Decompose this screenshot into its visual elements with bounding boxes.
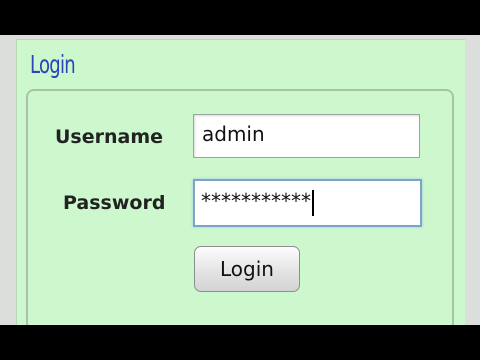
username-value: admin [202, 122, 265, 146]
password-value: *********** [201, 189, 311, 213]
username-label: Username [55, 126, 164, 148]
login-panel-title: Login [30, 50, 76, 79]
text-caret [312, 189, 314, 216]
letterbox-bottom [0, 325, 480, 360]
login-button[interactable]: Login [194, 246, 300, 292]
letterbox-top [0, 0, 480, 35]
password-label: Password [63, 192, 166, 214]
page-background: Login Username admin Password **********… [0, 35, 480, 349]
password-input[interactable]: *********** [193, 179, 422, 227]
username-input[interactable]: admin [193, 114, 420, 158]
login-panel: Login Username admin Password **********… [16, 39, 465, 349]
